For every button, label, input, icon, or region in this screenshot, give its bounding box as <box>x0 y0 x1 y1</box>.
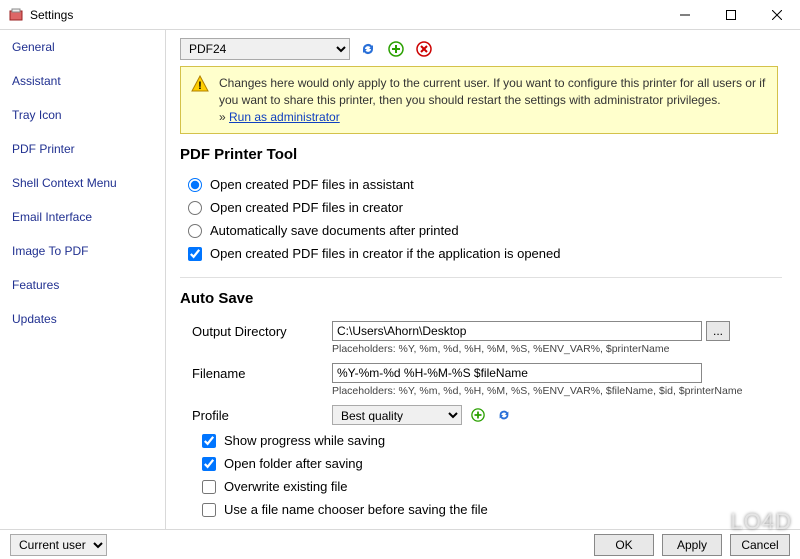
radio-open-creator[interactable]: Open created PDF files in creator <box>180 196 782 219</box>
check-open-folder-input[interactable] <box>202 457 216 471</box>
filename-input[interactable] <box>332 363 702 383</box>
profile-label: Profile <box>192 405 322 423</box>
minimize-button[interactable] <box>662 0 708 30</box>
delete-icon[interactable] <box>414 39 434 59</box>
check-filename-chooser[interactable]: Use a file name chooser before saving th… <box>180 498 782 521</box>
radio-auto-save[interactable]: Automatically save documents after print… <box>180 219 782 242</box>
radio-label: Automatically save documents after print… <box>210 223 459 238</box>
check-label: Overwrite existing file <box>224 479 348 494</box>
check-open-if-running[interactable]: Open created PDF files in creator if the… <box>180 242 782 265</box>
radio-open-assistant-input[interactable] <box>188 178 202 192</box>
warning-link-prefix: » <box>219 110 229 124</box>
filename-hint: Placeholders: %Y, %m, %d, %H, %M, %S, %E… <box>332 385 782 397</box>
filename-label: Filename <box>192 363 322 381</box>
apply-button[interactable]: Apply <box>662 534 722 556</box>
profile-select[interactable]: Best quality <box>332 405 462 425</box>
sidebar: General Assistant Tray Icon PDF Printer … <box>0 30 166 529</box>
output-dir-label: Output Directory <box>192 321 322 339</box>
footer-bar: Current user OK Apply Cancel <box>0 529 800 559</box>
warning-icon: ! <box>191 75 209 93</box>
check-label: Open folder after saving <box>224 456 363 471</box>
radio-label: Open created PDF files in assistant <box>210 177 414 192</box>
check-overwrite-input[interactable] <box>202 480 216 494</box>
radio-open-assistant[interactable]: Open created PDF files in assistant <box>180 173 782 196</box>
warning-text: Changes here would only apply to the cur… <box>219 76 765 107</box>
sidebar-item-general[interactable]: General <box>0 30 165 64</box>
cancel-button[interactable]: Cancel <box>730 534 790 556</box>
browse-button[interactable]: ... <box>706 321 730 341</box>
sidebar-item-image-to-pdf[interactable]: Image To PDF <box>0 234 165 268</box>
admin-warning: ! Changes here would only apply to the c… <box>180 66 778 134</box>
sidebar-item-pdf-printer[interactable]: PDF Printer <box>0 132 165 166</box>
radio-auto-save-input[interactable] <box>188 224 202 238</box>
check-label: Use a file name chooser before saving th… <box>224 502 488 517</box>
svg-text:!: ! <box>198 80 202 92</box>
titlebar: Settings <box>0 0 800 30</box>
sidebar-item-email[interactable]: Email Interface <box>0 200 165 234</box>
run-as-admin-link[interactable]: Run as administrator <box>229 110 340 124</box>
app-icon <box>8 7 24 23</box>
output-dir-hint: Placeholders: %Y, %m, %d, %H, %M, %S, %E… <box>332 343 782 355</box>
close-button[interactable] <box>754 0 800 30</box>
check-show-progress-input[interactable] <box>202 434 216 448</box>
output-dir-input[interactable] <box>332 321 702 341</box>
check-open-if-running-input[interactable] <box>188 247 202 261</box>
check-show-progress[interactable]: Show progress while saving <box>180 429 782 452</box>
add-icon[interactable] <box>386 39 406 59</box>
profile-add-icon[interactable] <box>468 405 488 425</box>
sidebar-item-features[interactable]: Features <box>0 268 165 302</box>
check-filename-chooser-input[interactable] <box>202 503 216 517</box>
scope-select[interactable]: Current user <box>10 534 107 556</box>
ok-button[interactable]: OK <box>594 534 654 556</box>
radio-label: Open created PDF files in creator <box>210 200 403 215</box>
check-open-folder[interactable]: Open folder after saving <box>180 452 782 475</box>
auto-save-heading: Auto Save <box>180 290 782 307</box>
profile-refresh-icon[interactable] <box>494 405 514 425</box>
check-label: Open created PDF files in creator if the… <box>210 246 560 261</box>
maximize-button[interactable] <box>708 0 754 30</box>
printer-select[interactable]: PDF24 <box>180 38 350 60</box>
main-panel: PDF24 ! Changes here would only apply to… <box>166 30 800 529</box>
check-overwrite[interactable]: Overwrite existing file <box>180 475 782 498</box>
refresh-icon[interactable] <box>358 39 378 59</box>
radio-open-creator-input[interactable] <box>188 201 202 215</box>
sidebar-item-shell-context[interactable]: Shell Context Menu <box>0 166 165 200</box>
sidebar-item-assistant[interactable]: Assistant <box>0 64 165 98</box>
pdf-printer-tool-heading: PDF Printer Tool <box>180 146 782 163</box>
sidebar-item-updates[interactable]: Updates <box>0 302 165 336</box>
window-title: Settings <box>30 8 662 22</box>
check-label: Show progress while saving <box>224 433 385 448</box>
sidebar-item-tray-icon[interactable]: Tray Icon <box>0 98 165 132</box>
